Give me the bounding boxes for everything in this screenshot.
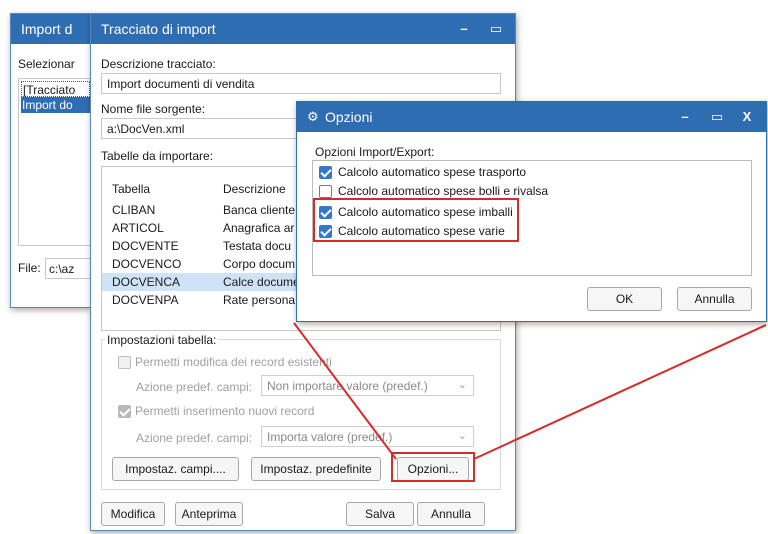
settings-group-label: Impostazioni tabella: [105,333,219,347]
source-file-label: Nome file sorgente: [101,102,206,116]
layout-list[interactable]: [Tracciato Import do [18,78,91,246]
column-header-descrizione[interactable]: Descrizione [223,182,286,196]
options-maximize-button[interactable]: ▭ [700,102,734,132]
options-titlebar: ⚙ Opzioni – ▭ X [297,102,766,132]
options-cancel-button[interactable]: Annulla [677,287,752,311]
file-label: File: [18,261,41,275]
select-label: Selezionar [18,57,75,71]
action-label-2: Azione predef. campi: [136,431,253,445]
description-field[interactable]: Import documenti di vendita [101,73,501,94]
default-settings-button[interactable]: Impostaz. predefinite [251,457,381,481]
column-header-tabella[interactable]: Tabella [112,182,150,196]
options-close-button[interactable]: X [730,102,764,132]
action-select-1[interactable]: Non importare valore (predef.) ⌄ [261,375,474,396]
options-group-label: Opzioni Import/Export: [315,145,435,159]
allow-insert-label: Permetti inserimento nuovi record [135,404,315,418]
list-item[interactable]: Import do [21,97,90,113]
layout-window-title: Tracciato di import [101,21,216,37]
field-settings-button[interactable]: Impostaz. campi.... [112,457,239,481]
option-label-bolli: Calcolo automatico spese bolli e rivalsa [338,184,549,198]
list-item[interactable]: [Tracciato [21,81,90,97]
preview-button[interactable]: Anteprima [175,502,243,526]
import-window-background: Import d Selezionar [Tracciato Import do… [10,13,91,308]
file-field[interactable]: c:\az [45,258,91,279]
options-gear-icon: ⚙ [307,109,319,124]
minimize-button[interactable]: – [447,14,481,44]
maximize-button[interactable]: ▭ [479,14,513,44]
action-label-1: Azione predef. campi: [136,380,253,394]
allow-insert-checkbox[interactable] [118,405,131,418]
tables-label: Tabelle da importare: [101,149,214,163]
layout-window-titlebar: Tracciato di import – ▭ [91,14,515,44]
option-checkbox-bolli[interactable] [319,185,332,198]
options-minimize-button[interactable]: – [668,102,702,132]
highlight-box-options-checkboxes [313,198,519,242]
options-title: Opzioni [325,109,373,125]
action-select-2[interactable]: Importa valore (predef.) ⌄ [261,426,474,447]
import-window-titlebar: Import d [11,14,90,44]
save-button[interactable]: Salva [346,502,414,526]
list-item-label: Import do [22,98,73,112]
modify-button[interactable]: Modifica [101,502,165,526]
option-checkbox-trasporto[interactable] [319,166,332,179]
description-label: Descrizione tracciato: [101,57,216,71]
list-item-label: [Tracciato [23,83,76,97]
option-label-trasporto: Calcolo automatico spese trasporto [338,165,527,179]
ok-button[interactable]: OK [587,287,662,311]
highlight-box-options-button [391,452,475,482]
cancel-button[interactable]: Annulla [417,502,485,526]
allow-modify-checkbox[interactable] [118,356,131,369]
allow-modify-label: Permetti modifica dei record esistenti [135,355,332,369]
import-window-title: Import d [21,21,73,37]
